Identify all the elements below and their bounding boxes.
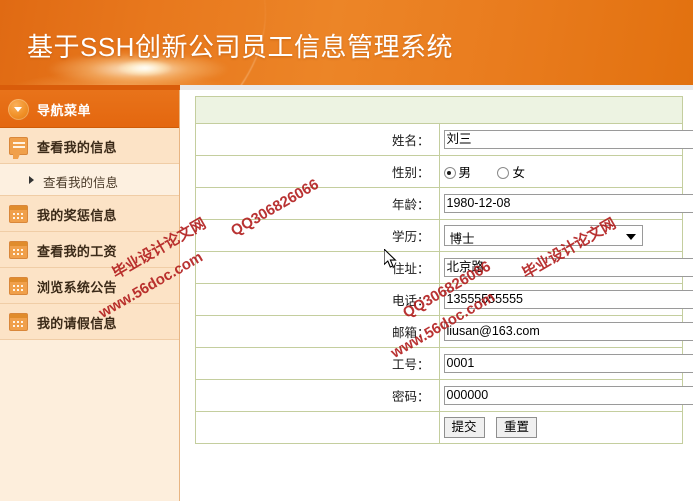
gender-option-female-label: 女 <box>512 166 525 180</box>
sidebar-subitem-label: 查看我的信息 <box>43 176 119 190</box>
age-field-cell <box>438 187 693 220</box>
address-input[interactable] <box>443 258 693 277</box>
sidebar-subitem-view-my-info[interactable]: 查看我的信息 <box>0 164 179 196</box>
name-input[interactable] <box>443 130 693 149</box>
gender-option-male-label: 男 <box>458 166 472 180</box>
address-field-cell <box>438 251 693 284</box>
email-field-cell <box>438 315 693 348</box>
phone-input[interactable] <box>443 290 693 309</box>
age-label: 年龄： <box>195 187 440 220</box>
calendar-icon <box>9 205 28 223</box>
education-select-value: 博士 <box>449 232 475 246</box>
form-header-row <box>195 96 683 124</box>
content-panel: 姓名： 性别： 男 女 <box>181 90 693 501</box>
employee-no-field-cell <box>438 347 693 380</box>
phone-label: 电话： <box>195 283 440 316</box>
triangle-right-icon <box>29 176 34 184</box>
actions-spacer-cell <box>195 411 440 444</box>
employee-no-input[interactable] <box>443 354 693 373</box>
education-select[interactable]: 博士 <box>443 225 643 246</box>
form-row-actions: 提交 重置 <box>195 411 683 444</box>
calendar-icon <box>9 313 28 331</box>
employee-info-form: 姓名： 性别： 男 女 <box>195 96 693 444</box>
form-row-phone: 电话： <box>195 283 693 316</box>
chat-bubble-icon <box>9 137 28 159</box>
form-row-name: 姓名： <box>195 123 693 156</box>
employee-info-page: 基于SSH创新公司员工信息管理系统 导航菜单 查看我的信息 查看我的信息 我的奖… <box>0 0 693 501</box>
name-label: 姓名： <box>195 123 440 156</box>
password-input[interactable] <box>443 386 693 405</box>
reset-button[interactable]: 重置 <box>495 417 537 438</box>
sidebar-item-label: 查看我的信息 <box>37 140 117 155</box>
phone-field-cell <box>438 283 693 316</box>
name-field-cell <box>438 123 693 156</box>
sidebar-item-label: 我的奖惩信息 <box>37 208 117 223</box>
gender-label: 性别： <box>195 155 440 188</box>
password-label: 密码： <box>195 379 440 412</box>
calendar-icon <box>9 241 28 259</box>
form-row-age: 年龄： <box>195 187 693 220</box>
address-label: 住址： <box>195 251 440 284</box>
page-banner: 基于SSH创新公司员工信息管理系统 <box>0 0 693 85</box>
actions-cell: 提交 重置 <box>438 411 683 444</box>
gender-radio-group: 男 女 <box>443 162 547 181</box>
sidebar-nav-header-label: 导航菜单 <box>37 103 92 118</box>
chevron-down-icon <box>625 234 636 240</box>
email-input[interactable] <box>443 322 693 341</box>
sidebar-nav-header[interactable]: 导航菜单 <box>0 90 179 128</box>
email-label: 邮箱： <box>195 315 440 348</box>
sidebar-item-my-leave-info[interactable]: 我的请假信息 <box>0 304 179 340</box>
age-input[interactable] <box>443 194 693 213</box>
radio-selected-icon <box>443 167 456 179</box>
calendar-icon <box>9 277 28 295</box>
form-row-address: 住址： <box>195 251 693 284</box>
form-row-employee-no: 工号： <box>195 347 693 380</box>
chevron-down-circle-icon <box>8 99 29 120</box>
sidebar: 导航菜单 查看我的信息 查看我的信息 我的奖惩信息 查看我的工资 浏览系统公告 … <box>0 90 180 501</box>
sidebar-item-view-my-info[interactable]: 查看我的信息 <box>0 128 179 164</box>
sidebar-item-label: 我的请假信息 <box>37 316 117 331</box>
form-row-education: 学历： 博士 <box>195 219 683 252</box>
employee-no-label: 工号： <box>195 347 440 380</box>
form-row-gender: 性别： 男 女 <box>195 155 683 188</box>
form-row-email: 邮箱： <box>195 315 693 348</box>
sidebar-item-browse-announcements[interactable]: 浏览系统公告 <box>0 268 179 304</box>
form-row-password: 密码： <box>195 379 693 412</box>
sidebar-item-label: 浏览系统公告 <box>37 280 117 295</box>
form-header-cell <box>195 96 683 124</box>
education-field-cell: 博士 <box>438 219 683 252</box>
education-label: 学历： <box>195 219 440 252</box>
radio-unselected-icon <box>497 167 510 179</box>
sidebar-item-label: 查看我的工资 <box>37 244 117 259</box>
page-title: 基于SSH创新公司员工信息管理系统 <box>27 32 453 62</box>
password-field-cell <box>438 379 693 412</box>
gender-option-female[interactable]: 女 <box>497 162 525 181</box>
sidebar-item-view-my-salary[interactable]: 查看我的工资 <box>0 232 179 268</box>
gender-option-male[interactable]: 男 <box>443 162 472 181</box>
sidebar-item-my-rewards-punishments[interactable]: 我的奖惩信息 <box>0 196 179 232</box>
gender-field-cell: 男 女 <box>438 155 683 188</box>
submit-button[interactable]: 提交 <box>443 417 485 438</box>
